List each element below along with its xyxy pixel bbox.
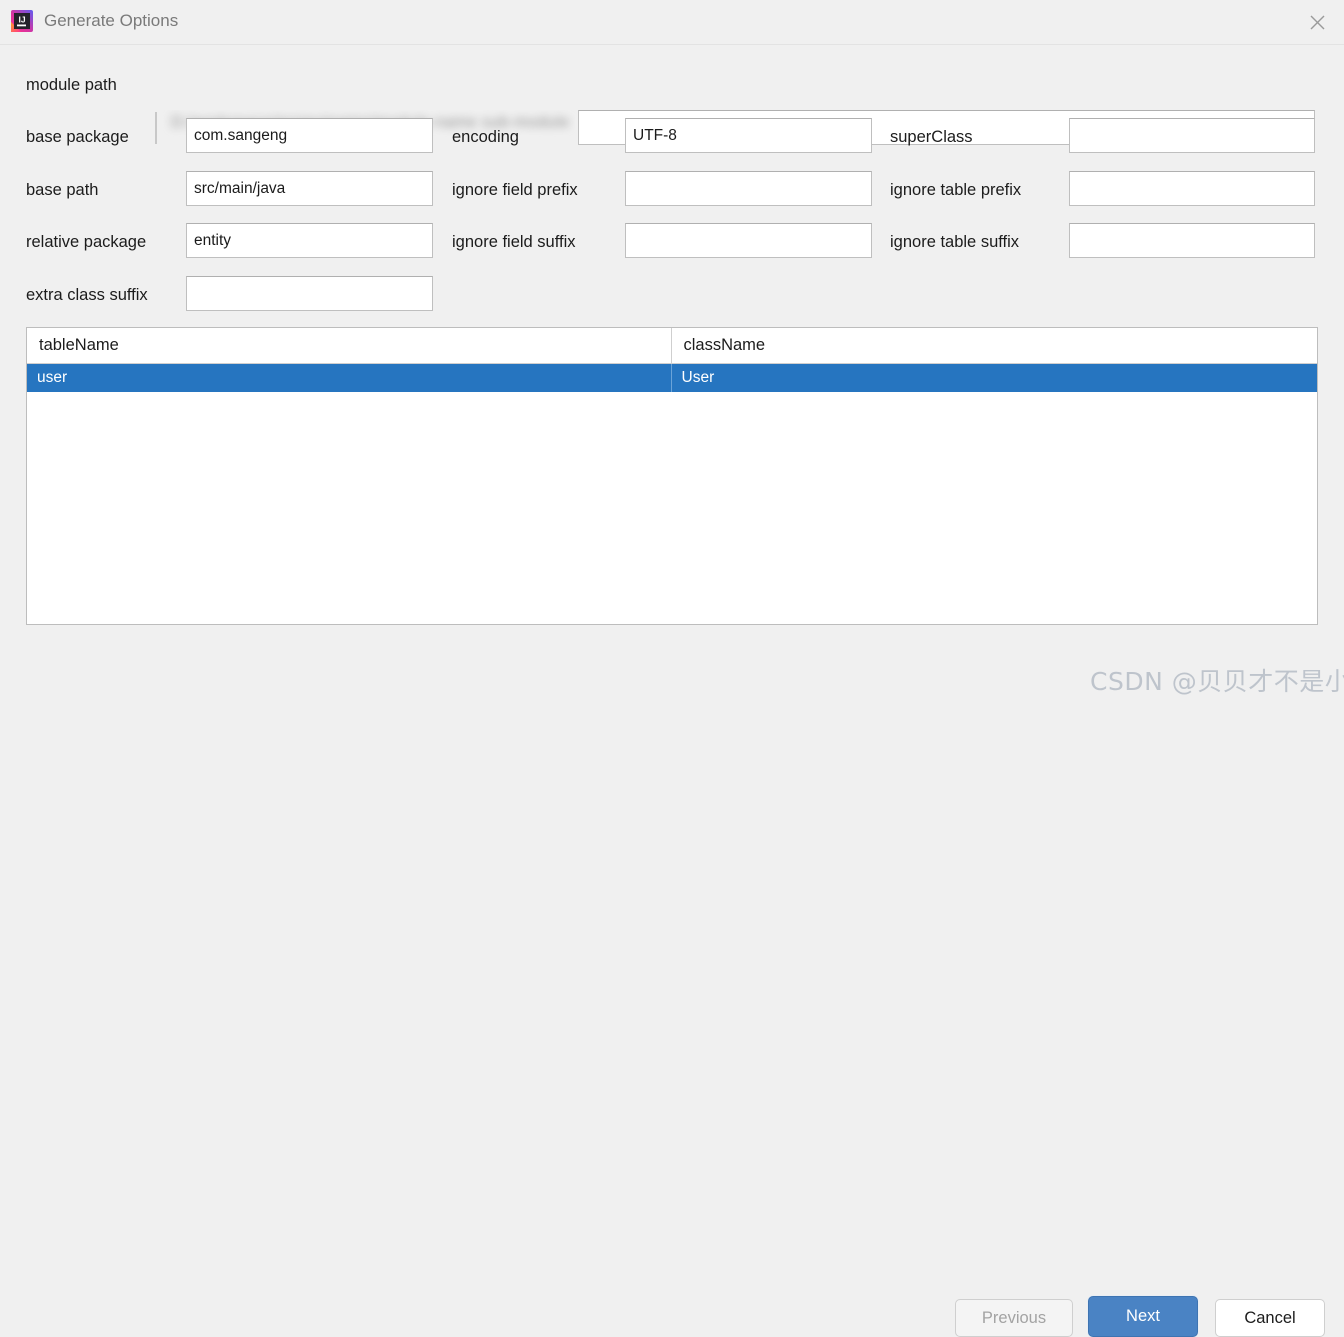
previous-button[interactable]: Previous <box>955 1299 1073 1337</box>
column-header-tablename[interactable]: tableName <box>27 328 671 364</box>
ignore-table-suffix-input[interactable] <box>1069 223 1315 258</box>
ignore-table-suffix-label: ignore table suffix <box>890 233 1020 251</box>
tables-grid[interactable]: tableName className user User <box>26 327 1318 625</box>
cell-classname[interactable]: User <box>670 363 1317 392</box>
ignore-table-prefix-input[interactable] <box>1069 171 1315 206</box>
base-package-input[interactable] <box>186 118 433 153</box>
ignore-table-prefix-label: ignore table prefix <box>890 181 1022 199</box>
extra-class-suffix-label: extra class suffix <box>26 286 148 304</box>
ignore-field-prefix-label: ignore field prefix <box>452 181 578 199</box>
intellij-idea-icon: IJ <box>10 9 34 33</box>
base-path-input[interactable] <box>186 171 433 206</box>
ignore-field-suffix-label: ignore field suffix <box>452 233 576 251</box>
module-path-caret <box>155 112 157 144</box>
ignore-field-suffix-input[interactable] <box>625 223 872 258</box>
base-package-label: base package <box>26 128 129 146</box>
encoding-label: encoding <box>452 128 519 146</box>
extra-class-suffix-input[interactable] <box>186 276 433 311</box>
close-icon[interactable] <box>1302 8 1332 36</box>
base-path-label: base path <box>26 181 99 199</box>
dialog-button-bar: Previous Next Cancel <box>0 648 1344 1337</box>
cancel-button[interactable]: Cancel <box>1215 1299 1325 1337</box>
cell-tablename[interactable]: user <box>27 363 671 392</box>
super-class-input[interactable] <box>1069 118 1315 153</box>
encoding-input[interactable] <box>625 118 872 153</box>
relative-package-label: relative package <box>26 233 147 251</box>
super-class-label: superClass <box>890 128 973 146</box>
ignore-field-prefix-input[interactable] <box>625 171 872 206</box>
window-title: Generate Options <box>44 11 179 30</box>
relative-package-input[interactable] <box>186 223 433 258</box>
table-header-row: tableName className <box>27 328 1317 364</box>
module-path-label: module path <box>26 76 117 94</box>
next-button[interactable]: Next <box>1088 1296 1198 1337</box>
table-row[interactable]: user User <box>27 363 1317 392</box>
window-titlebar: IJ Generate Options <box>0 0 1344 45</box>
svg-text:IJ: IJ <box>18 15 25 25</box>
generate-options-form: module path D:/workspace/projectname/mod… <box>0 44 1344 314</box>
column-header-classname[interactable]: className <box>670 328 1317 364</box>
